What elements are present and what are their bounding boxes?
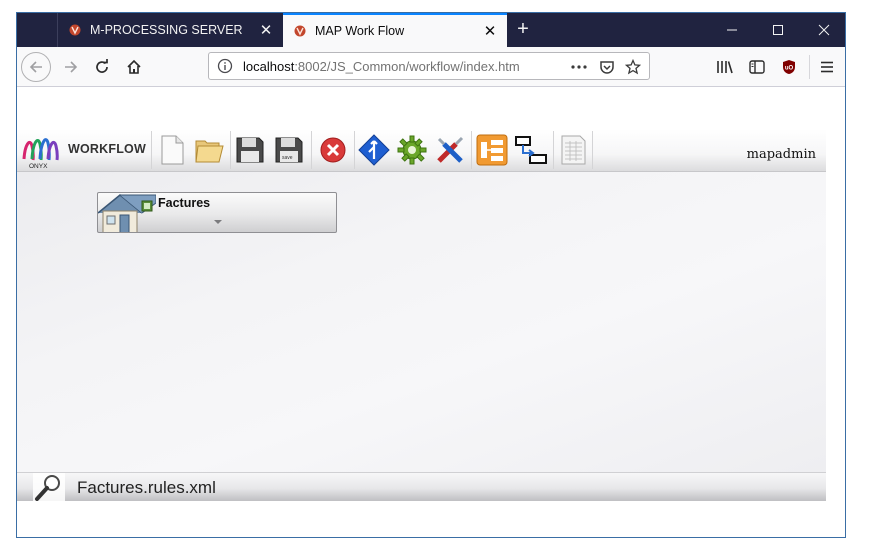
tools-icon[interactable] (433, 133, 467, 167)
browser-window: M-PROCESSING SERVER ✕ MAP Work Flow ✕ + (16, 12, 846, 538)
route-icon[interactable] (357, 133, 391, 167)
link-blocks-icon[interactable] (514, 133, 548, 167)
tab-map-work-flow[interactable]: MAP Work Flow ✕ (283, 13, 507, 47)
close-window-icon[interactable] (801, 13, 845, 47)
settings-gear-icon[interactable] (395, 133, 429, 167)
toolbar-separator (354, 131, 355, 169)
svg-text:uO: uO (785, 66, 794, 72)
open-folder-icon[interactable] (192, 133, 226, 167)
minimize-icon[interactable] (709, 13, 755, 47)
close-tab-icon[interactable]: ✕ (255, 21, 277, 39)
save-as-icon[interactable]: save (272, 133, 306, 167)
svg-text:save: save (282, 155, 293, 161)
logo-caption: ONYX (29, 163, 48, 170)
site-favicon-icon (69, 24, 81, 36)
library-icon[interactable] (711, 53, 739, 81)
save-icon[interactable] (233, 133, 267, 167)
close-tab-icon[interactable]: ✕ (479, 22, 501, 40)
toolbar-separator (592, 131, 593, 169)
delete-icon[interactable] (316, 133, 350, 167)
maximize-icon[interactable] (755, 13, 801, 47)
home-icon[interactable] (120, 53, 148, 81)
page-actions-icon[interactable] (569, 57, 589, 77)
forward-arrow-icon[interactable] (57, 53, 85, 81)
tab-m-processing-server[interactable]: M-PROCESSING SERVER ✕ (57, 13, 283, 47)
workflow-canvas[interactable]: Factures (17, 172, 826, 472)
address-bar[interactable]: localhost:8002/JS_Common/workflow/index.… (208, 52, 650, 80)
flow-chart-icon[interactable] (475, 133, 509, 167)
new-document-icon[interactable] (155, 133, 189, 167)
node-dropdown-arrow-icon[interactable] (214, 220, 222, 224)
page-content: ONYX WORKFLOW save mapadmin Factures Fac… (17, 87, 826, 527)
site-favicon-icon (294, 25, 306, 37)
tab-strip: M-PROCESSING SERVER ✕ MAP Work Flow ✕ + (17, 13, 845, 47)
toolbar-separator (553, 131, 554, 169)
toolbar-separator (471, 131, 472, 169)
app-toolbar: ONYX WORKFLOW save mapadmin (17, 129, 826, 172)
menu-hamburger-icon[interactable] (813, 53, 841, 81)
sidebar-icon[interactable] (743, 53, 771, 81)
pocket-icon[interactable] (597, 57, 617, 77)
back-arrow-icon[interactable] (21, 52, 51, 82)
onyx-logo: ONYX (22, 138, 59, 170)
house-icon (98, 194, 156, 232)
tab-title: MAP Work Flow (315, 24, 405, 38)
bookmark-star-icon[interactable] (623, 57, 643, 77)
navigation-bar: localhost:8002/JS_Common/workflow/index.… (17, 47, 845, 87)
url-host: localhost (243, 59, 295, 74)
report-icon[interactable] (556, 133, 590, 167)
toolbar-separator (809, 55, 810, 79)
tab-title: M-PROCESSING SERVER (90, 23, 243, 37)
url-path: :8002/JS_Common/workflow/index.htm (294, 59, 520, 74)
status-bar: Factures.rules.xml (17, 472, 826, 501)
new-tab-icon[interactable]: + (511, 18, 535, 42)
logo-wordmark: WORKFLOW (68, 142, 146, 156)
toolbar-separator (151, 131, 152, 169)
user-name: mapadmin (746, 147, 816, 162)
ublock-shield-icon[interactable]: uO (775, 53, 803, 81)
url-text[interactable]: localhost:8002/JS_Common/workflow/index.… (243, 59, 535, 74)
toolbar-separator (311, 131, 312, 169)
site-info-icon[interactable] (217, 58, 233, 74)
toolbar-separator (230, 131, 231, 169)
reload-icon[interactable] (88, 53, 116, 81)
node-title: Factures (158, 196, 211, 210)
magnifier-icon[interactable] (33, 473, 65, 501)
workflow-node-factures[interactable]: Factures (97, 192, 337, 233)
status-file-name: Factures.rules.xml (77, 478, 216, 497)
